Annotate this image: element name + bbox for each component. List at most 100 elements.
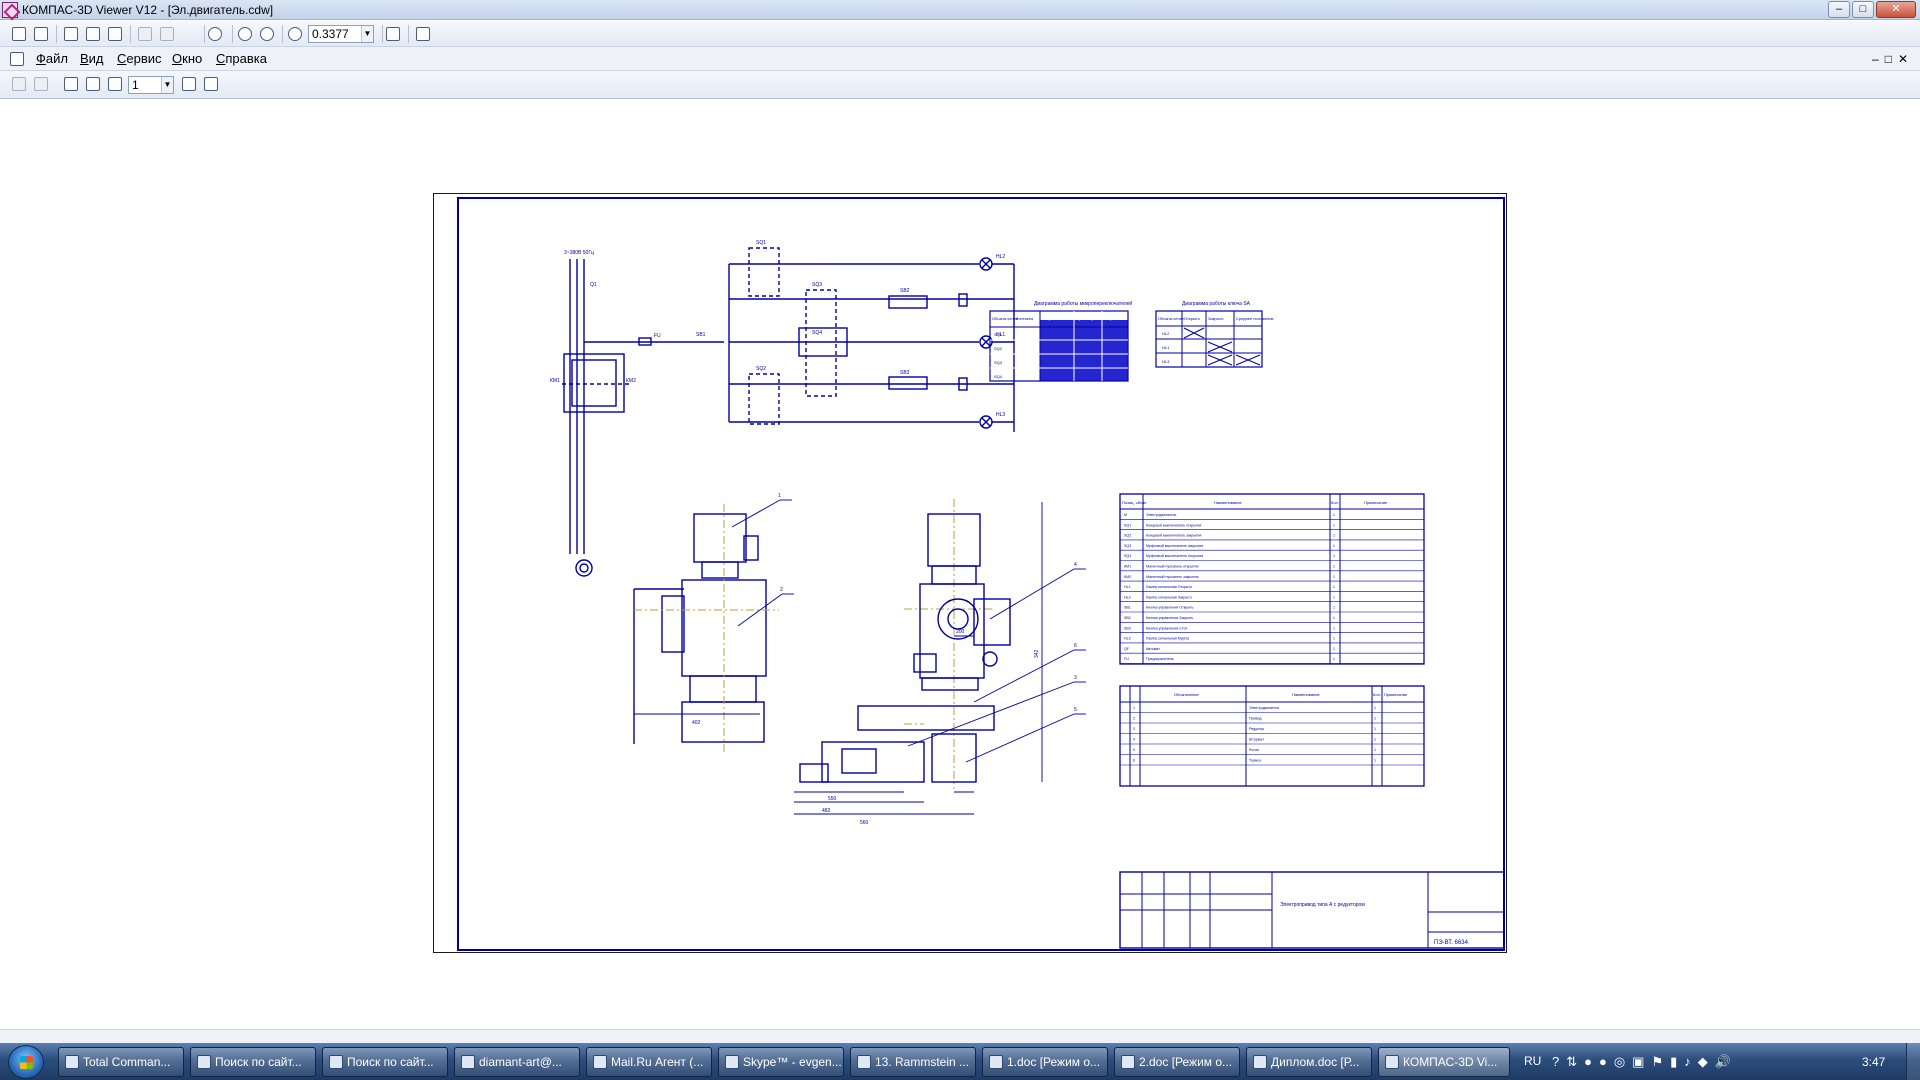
- minimize-icon[interactable]: –: [1828, 1, 1850, 18]
- chevron-down-icon[interactable]: ▼: [361, 26, 373, 42]
- show-desktop-button[interactable]: [1906, 1043, 1920, 1080]
- parts-row: 6 Тормоз 1: [1120, 759, 1424, 766]
- drawing-canvas[interactable]: 3~380В 50Гц Q1 FU КМ1 КМ2 HL2 HL1 HL3 SQ…: [434, 194, 1508, 954]
- task-search-2[interactable]: Поиск по сайт...: [322, 1047, 448, 1077]
- stamp-code: ПЭ-ВТ. 6634: [1434, 940, 1469, 946]
- drawing-sheet[interactable]: 3~380В 50Гц Q1 FU КМ1 КМ2 HL2 HL1 HL3 SQ…: [433, 193, 1507, 953]
- spec-row: SQ1 Концевой выключатель открытия 1: [1120, 523, 1424, 530]
- task-diploma[interactable]: Диплом.doc [Р...: [1246, 1047, 1372, 1077]
- svg-text:Открыто: Открыто: [1184, 316, 1201, 321]
- zoom-out-icon[interactable]: [236, 25, 254, 43]
- parts-row-position: 6: [1133, 759, 1135, 763]
- spec-row-position: FU: [1124, 657, 1129, 661]
- svg-text:Кол.: Кол.: [1331, 500, 1339, 505]
- chevron-down-icon[interactable]: ▼: [161, 77, 173, 93]
- menu-service[interactable]: Сервис: [117, 51, 162, 66]
- clock[interactable]: 3:47: [1862, 1055, 1885, 1069]
- zoom-in-icon[interactable]: [258, 25, 276, 43]
- total-commander-icon: [65, 1055, 79, 1069]
- callout-3: 3: [1074, 675, 1077, 681]
- spec-row-qty: 1: [1333, 544, 1335, 548]
- task-doc-1[interactable]: 1.doc [Режим о...: [982, 1047, 1108, 1077]
- supply-label: 3~380В 50Гц: [564, 250, 594, 256]
- drawing-workspace[interactable]: 3~380В 50Гц Q1 FU КМ1 КМ2 HL2 HL1 HL3 SQ…: [0, 100, 1920, 1042]
- next-page-icon[interactable]: [180, 75, 198, 93]
- parts-row: 4 Штурвал 1: [1120, 738, 1424, 745]
- menu-bar: Файл Вид Сервис Окно Справка –□✕: [0, 47, 1920, 71]
- spec-row: SB1 Кнопка управления Открыть 1: [1120, 606, 1424, 613]
- svg-text:SQ3: SQ3: [994, 360, 1003, 365]
- svg-text:Кол.: Кол.: [1373, 692, 1381, 697]
- deselect-icon[interactable]: [32, 75, 50, 93]
- task-mail[interactable]: diamant-art@...: [454, 1047, 580, 1077]
- menu-file[interactable]: Файл: [36, 51, 68, 66]
- tray-icons[interactable]: ?⇅●●◎▣⚑▮♪◆🔊: [1552, 1054, 1738, 1070]
- view-toolbar: 1 ▼: [0, 71, 1920, 99]
- task-search-1[interactable]: Поиск по сайт...: [190, 1047, 316, 1077]
- parts-row-position: 4: [1133, 738, 1135, 742]
- language-indicator[interactable]: RU: [1524, 1054, 1541, 1068]
- menu-view[interactable]: Вид: [80, 51, 104, 66]
- task-doc-2[interactable]: 2.doc [Режим о...: [1114, 1047, 1240, 1077]
- print-icon[interactable]: [62, 25, 80, 43]
- dimension-6: 402: [692, 720, 701, 726]
- switch-label-1: SQ1: [756, 240, 766, 246]
- document-icon[interactable]: [8, 50, 26, 68]
- dimension-3: 482: [822, 808, 831, 814]
- back-icon[interactable]: [136, 25, 154, 43]
- document-window-controls[interactable]: –□✕: [1872, 52, 1914, 66]
- parts-row-name: Редуктор: [1249, 727, 1264, 731]
- forward-icon[interactable]: [158, 25, 176, 43]
- spec-row: SB3 Кнопка управления Стоп 1: [1120, 626, 1424, 633]
- dimension-5: 560: [860, 820, 869, 826]
- zoom-scale-icon[interactable]: [286, 25, 304, 43]
- all-pages-icon[interactable]: [106, 75, 124, 93]
- spec-row-name: Лампа сигнальная Муфта: [1146, 637, 1189, 641]
- task-kompas-viewer[interactable]: КОМПАС-3D Vi...: [1378, 1047, 1510, 1077]
- refresh-icon[interactable]: [414, 25, 432, 43]
- parts-row-qty: 1: [1374, 748, 1376, 752]
- open-multiple-icon[interactable]: [32, 25, 50, 43]
- open-icon[interactable]: [10, 25, 28, 43]
- menu-help[interactable]: Справка: [216, 51, 267, 66]
- first-page-icon[interactable]: [62, 75, 80, 93]
- spec-row: HL2 Лампа сигнальная Закрыто 1: [1120, 595, 1424, 603]
- pan-icon[interactable]: [384, 25, 402, 43]
- svg-text:Среднее положение: Среднее положение: [1236, 316, 1275, 321]
- lamp-label-3: HL3: [996, 412, 1005, 418]
- switch-label-4: SQ4: [812, 330, 822, 336]
- window-controls: – □ ✕: [1828, 1, 1916, 18]
- kompas-app-icon[interactable]: [2, 2, 18, 18]
- page-number-input[interactable]: 1 ▼: [128, 76, 174, 94]
- zoom-window-icon[interactable]: [206, 25, 224, 43]
- print-preview-icon[interactable]: [84, 25, 102, 43]
- select-icon[interactable]: [10, 75, 28, 93]
- callout-2: 2: [780, 587, 783, 593]
- close-icon[interactable]: ✕: [1876, 1, 1916, 18]
- print-setup-icon[interactable]: [106, 25, 124, 43]
- task-player[interactable]: 13. Rammstein ...: [850, 1047, 976, 1077]
- spec-row-name: Магнитный пускатель закрытия: [1146, 575, 1199, 579]
- svg-text:SQ2: SQ2: [994, 346, 1003, 351]
- previous-page-icon[interactable]: [84, 75, 102, 93]
- menu-window[interactable]: Окно: [172, 51, 202, 66]
- spec-row-name: Муфтовый выключатель открытия: [1146, 554, 1203, 558]
- spec-row: FU Предохранитель 1: [1120, 657, 1424, 664]
- word-icon: [989, 1055, 1003, 1069]
- task-skype[interactable]: Skype™ - evgen...: [718, 1047, 844, 1077]
- last-page-icon[interactable]: [202, 75, 220, 93]
- dimension-1: 200: [956, 629, 965, 635]
- spec-row-position: QF: [1124, 647, 1130, 651]
- spec-row-position: SQ4: [1124, 554, 1131, 558]
- key-diagram-table: Диаграмма работы ключа SA Обозна-чение О…: [1155, 301, 1275, 368]
- task-mail-agent[interactable]: Mail.Ru Агент (...: [586, 1047, 712, 1077]
- callout-1: 1: [778, 493, 781, 499]
- parts-row-name: Рычаг: [1249, 748, 1260, 752]
- svg-text:Контакты: Контакты: [1016, 316, 1033, 321]
- zoom-scale-input[interactable]: 0.3377 ▼: [308, 25, 374, 43]
- task-total-commander[interactable]: Total Comman...: [58, 1047, 184, 1077]
- start-button[interactable]: [8, 1045, 44, 1079]
- svg-text:HL3: HL3: [1162, 359, 1170, 364]
- callout-labels: 1 2 3 4 5 6 200 342 482 550 560 402: [692, 493, 1077, 826]
- maximize-icon[interactable]: □: [1852, 1, 1874, 18]
